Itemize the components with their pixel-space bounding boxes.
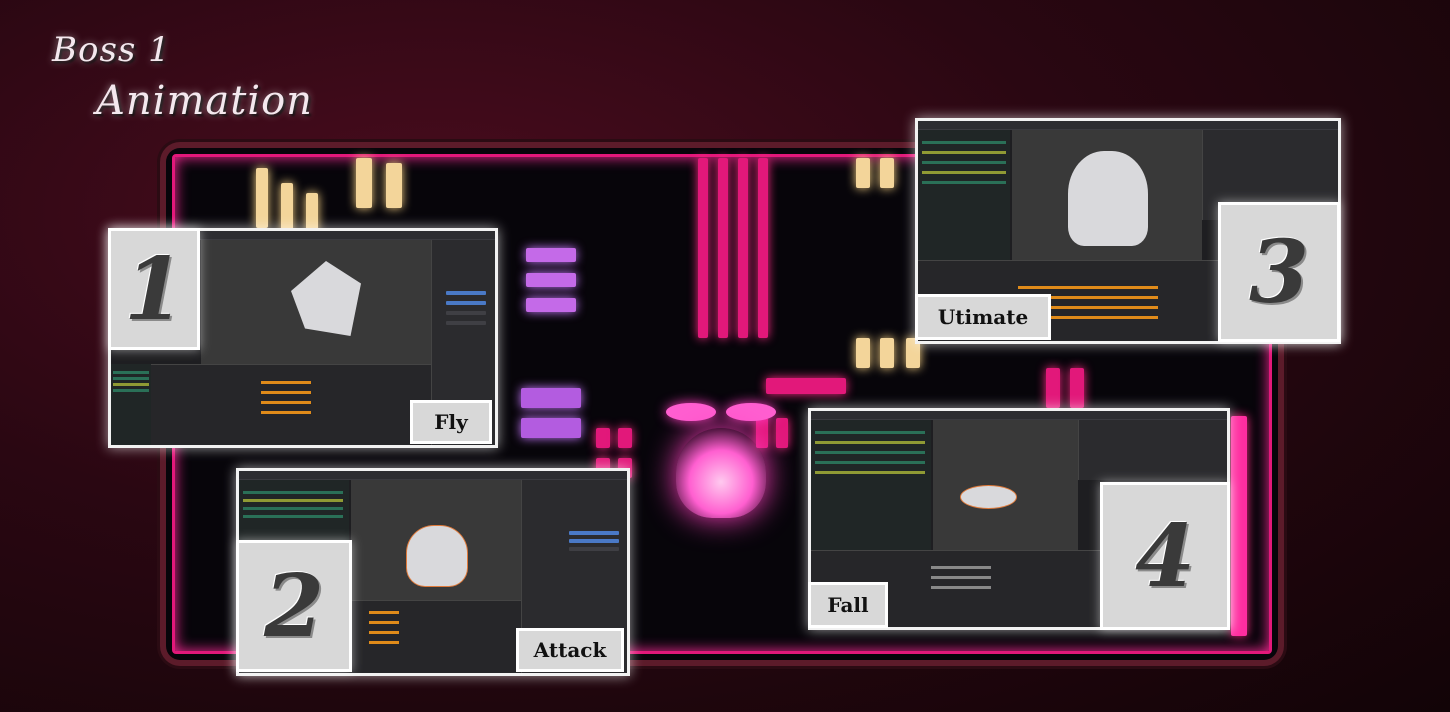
track-row: [113, 383, 149, 386]
neon-bar: [386, 163, 402, 208]
boss-character-glow: [676, 428, 766, 518]
keyframe-strip: [261, 411, 311, 414]
track-row: [922, 171, 1006, 174]
property-field: [446, 321, 486, 325]
track-row: [815, 431, 925, 434]
neon-bar: [718, 158, 728, 338]
keyframe-strip: [1018, 286, 1158, 289]
track-row: [922, 161, 1006, 164]
property-field: [446, 311, 486, 315]
panel-label: Fly: [410, 400, 492, 444]
blender-properties: [1078, 420, 1227, 480]
panel-number: 3: [1249, 221, 1309, 323]
neon-bar: [756, 418, 768, 448]
panel-label-text: Attack: [533, 638, 607, 662]
neon-bar: [776, 418, 788, 448]
blender-topbar: [918, 121, 1338, 130]
character-model: [1068, 151, 1148, 246]
panel-number-badge: 2: [236, 540, 352, 672]
character-model: [407, 526, 467, 586]
keyframe-strip: [369, 631, 399, 634]
track-row: [243, 515, 343, 518]
track-row: [113, 389, 149, 392]
panel-number-badge: 3: [1218, 202, 1340, 342]
keyframe-strip: [369, 641, 399, 644]
neon-bar: [880, 158, 894, 188]
property-field: [569, 531, 619, 535]
neon-bar: [526, 273, 576, 287]
neon-bar: [281, 183, 293, 233]
track-row: [243, 499, 343, 502]
neon-bar: [880, 338, 894, 368]
track-row: [113, 377, 149, 380]
property-field: [446, 291, 486, 295]
blender-outliner: [811, 420, 931, 550]
property-field: [446, 301, 486, 305]
neon-bar: [618, 428, 632, 448]
panel-label-text: Fall: [827, 593, 869, 617]
panel-label-text: Utimate: [937, 305, 1029, 329]
panel-label-text: Fly: [434, 410, 468, 434]
property-field: [569, 539, 619, 543]
track-row: [815, 451, 925, 454]
neon-bar: [856, 338, 870, 368]
track-row: [815, 441, 925, 444]
keyframe-strip: [261, 401, 311, 404]
neon-bar: [521, 388, 581, 408]
neon-bar: [521, 418, 581, 438]
track-row: [243, 491, 343, 494]
blender-viewport: [933, 420, 1078, 550]
neon-bar: [596, 428, 610, 448]
boss-wing-left: [666, 403, 716, 421]
neon-bar: [1046, 368, 1060, 408]
keyframe-strip: [931, 586, 991, 589]
character-model: [961, 486, 1016, 508]
track-row: [922, 141, 1006, 144]
neon-bar: [526, 248, 576, 262]
title-line-1: Boss 1: [52, 30, 171, 70]
neon-bar: [738, 158, 748, 338]
panel-number-badge: 4: [1100, 482, 1230, 630]
neon-bar: [856, 158, 870, 188]
property-field: [569, 547, 619, 551]
panel-label: Utimate: [915, 294, 1051, 340]
boss-wing-right: [726, 403, 776, 421]
neon-bar: [526, 298, 576, 312]
keyframe-strip: [931, 566, 991, 569]
blender-dope-sheet: [111, 364, 431, 445]
blender-outliner: [918, 130, 1010, 260]
panel-label: Fall: [808, 582, 888, 628]
neon-bar: [256, 168, 268, 228]
keyframe-strip: [261, 381, 311, 384]
track-row: [243, 507, 343, 510]
neon-bar: [306, 193, 318, 233]
panel-label: Attack: [516, 628, 624, 672]
keyframe-strip: [261, 391, 311, 394]
panel-number: 2: [264, 555, 324, 657]
track-row: [113, 371, 149, 374]
track-row: [815, 461, 925, 464]
keyframe-strip: [931, 576, 991, 579]
track-row: [815, 471, 925, 474]
track-row: [922, 151, 1006, 154]
neon-bar: [356, 158, 372, 208]
neon-bar: [698, 158, 708, 338]
neon-bar: [1231, 416, 1247, 636]
panel-number: 4: [1135, 505, 1195, 607]
blender-topbar: [811, 411, 1227, 420]
panel-number: 1: [124, 238, 184, 340]
neon-bar: [758, 158, 768, 338]
track-row: [922, 181, 1006, 184]
panel-number-badge: 1: [108, 228, 200, 350]
keyframe-strip: [369, 621, 399, 624]
title-line-2: Animation: [96, 78, 313, 124]
blender-topbar: [239, 471, 627, 480]
neon-bar: [1070, 368, 1084, 408]
keyframe-strip: [369, 611, 399, 614]
neon-bar: [766, 378, 846, 394]
